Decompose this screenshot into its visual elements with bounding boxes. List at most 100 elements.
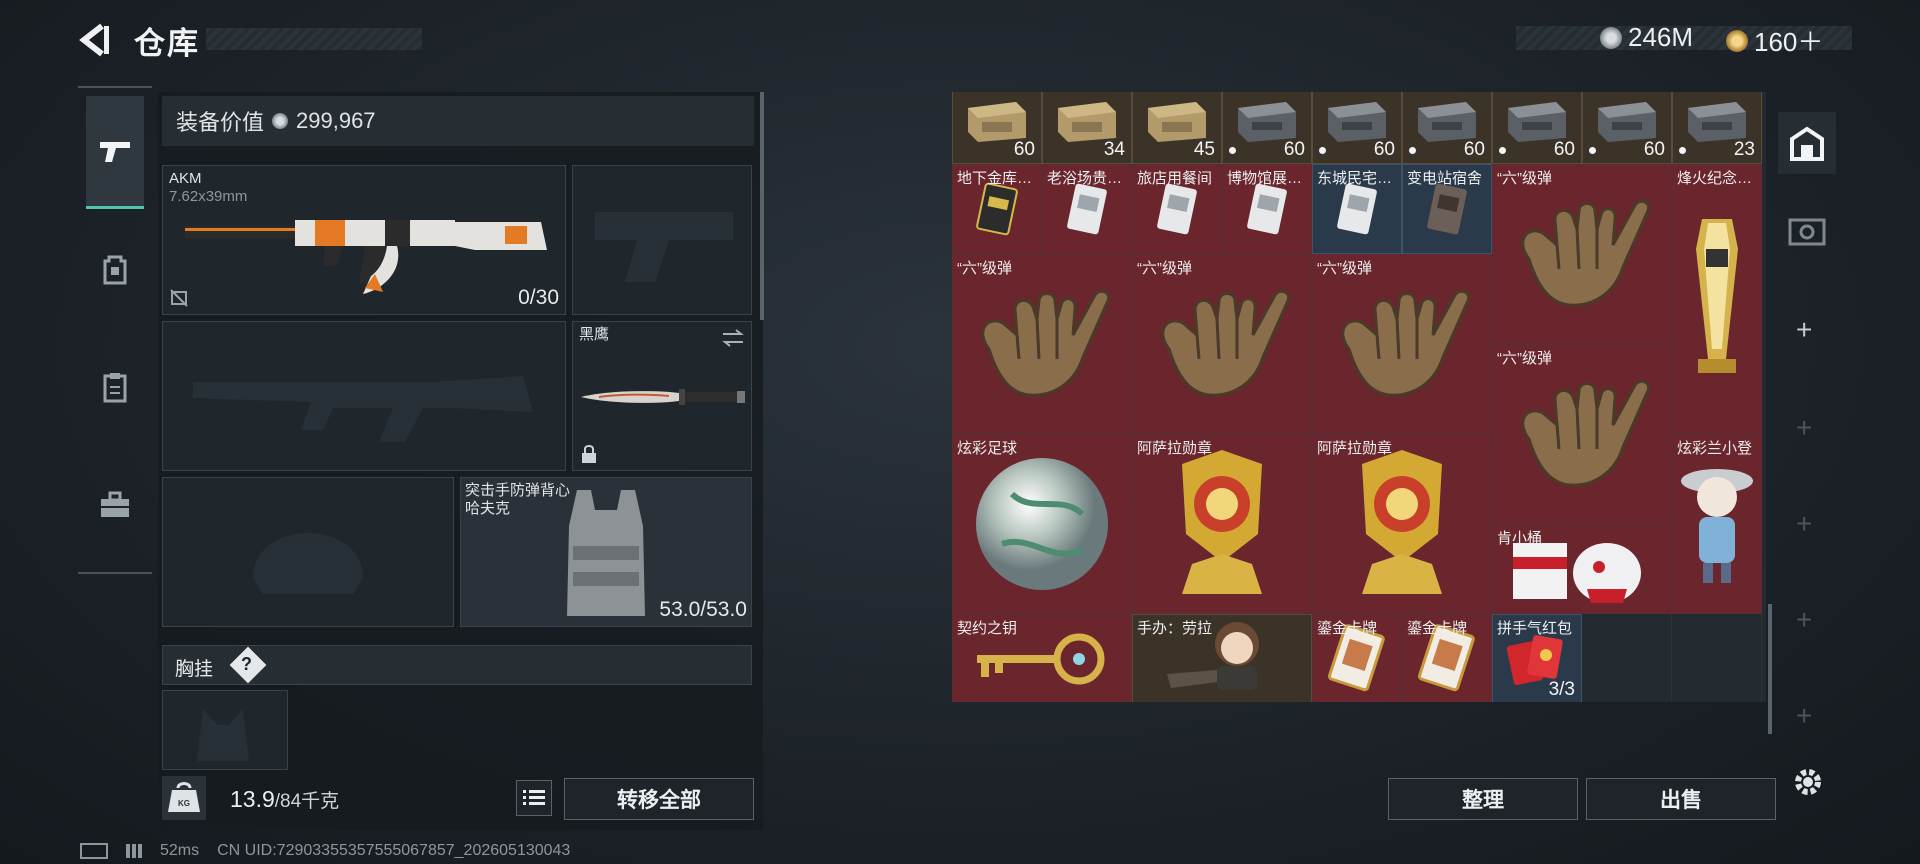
swap-icon[interactable] <box>721 328 745 348</box>
transfer-all-button[interactable]: 转移全部 <box>564 778 754 820</box>
add-stash-tab-icon-locked: + <box>1796 412 1813 443</box>
figure-item[interactable]: 炫彩兰小登 <box>1672 434 1762 614</box>
item-name: M6 <box>957 92 978 94</box>
weight-max: /84千克 <box>274 791 340 812</box>
figure-item[interactable]: 手办：劳拉 <box>1132 614 1312 702</box>
helmet-silhouette-icon <box>253 533 363 594</box>
weight-display: 13.9/84千克 <box>230 786 339 813</box>
item-count: 60 <box>1643 139 1665 160</box>
item-name: 手办：劳拉 <box>1137 620 1213 637</box>
card-item[interactable]: 鎏金卡牌 <box>1402 614 1492 702</box>
equipment-scrollbar[interactable] <box>760 92 764 320</box>
ball-icon <box>953 435 1131 613</box>
keycard-item[interactable]: 旅店用餐间 <box>1132 164 1222 254</box>
backpack-icon <box>103 255 127 285</box>
gold-coin-icon <box>1726 29 1748 52</box>
item-name: AP <box>1227 92 1247 94</box>
keycard-item[interactable]: 东城民宅… <box>1312 164 1402 254</box>
ammo-dot-icon <box>1679 147 1686 154</box>
armor-durability: 53.0/53.0 <box>659 598 747 621</box>
item-name: 烽火纪念… <box>1677 170 1753 187</box>
keycard-item[interactable]: 地下金库… <box>952 164 1042 254</box>
primary-weapon-slot[interactable]: AKM 7.62x39mm 0/30 <box>162 165 566 315</box>
medal-item[interactable]: 阿萨拉勋章 <box>1132 434 1312 614</box>
chest-rig-slot[interactable] <box>162 690 288 770</box>
grid-cell[interactable] <box>1672 614 1762 702</box>
medal-item[interactable]: 阿萨拉勋章 <box>1312 434 1492 614</box>
silver-coin-icon <box>272 113 289 129</box>
equipment-value-label: 装备价值 <box>176 110 265 135</box>
item-name: AP <box>1677 92 1697 94</box>
item-name: 变电站宿舍 <box>1407 170 1483 187</box>
item-count: 60 <box>1283 139 1305 160</box>
nav-weapons-tab[interactable] <box>86 96 144 209</box>
nav-backpack-tab[interactable] <box>86 214 144 324</box>
stash-scrollbar[interactable] <box>1768 604 1772 734</box>
settings-button[interactable] <box>1790 764 1826 805</box>
bucket-item[interactable]: 肯小桶 <box>1492 524 1672 614</box>
ammo-dot-icon <box>1499 147 1506 154</box>
armor-name: 突击手防弹背心 <box>465 482 571 499</box>
redpack-item[interactable]: 拼手气红包 3/3 <box>1492 614 1582 702</box>
item-name: 地下金库… <box>957 170 1033 187</box>
item-name: “六”级弹 <box>1317 260 1372 277</box>
rifle-silhouette-icon <box>193 376 533 442</box>
ammo-box[interactable]: AP 60 <box>1582 92 1672 164</box>
grenade-item[interactable]: “六”级弹 <box>1492 164 1672 344</box>
item-name: 炫彩兰小登 <box>1677 440 1753 457</box>
ammo-box[interactable]: AP 60 <box>1402 92 1492 164</box>
hand-icon <box>1493 165 1671 343</box>
gear-icon <box>1795 769 1821 795</box>
weapon-ammo: 0/30 <box>518 286 559 309</box>
add-stash-tab-icon[interactable]: + <box>1796 314 1812 346</box>
ball-item[interactable]: 炫彩足球 <box>952 434 1132 614</box>
list-view-button[interactable] <box>516 780 552 816</box>
nav-rig-tab[interactable] <box>86 332 144 442</box>
ammo-box[interactable]: M6 45 <box>1132 92 1222 164</box>
medal-icon <box>1133 435 1311 613</box>
ammo-box[interactable]: AP 60 <box>1492 92 1582 164</box>
stash-tab-main[interactable] <box>1778 112 1836 174</box>
item-name: 博物馆展… <box>1227 170 1303 187</box>
sell-button[interactable]: 出售 <box>1586 778 1776 820</box>
card-item[interactable]: 鎏金卡牌 <box>1312 614 1402 702</box>
item-name: 旅店用餐间 <box>1137 170 1213 187</box>
ammo-box[interactable]: AP 60 <box>1312 92 1402 164</box>
grenade-item[interactable]: “六”级弹 <box>952 254 1132 434</box>
back-button[interactable] <box>78 20 112 60</box>
ping-text: 52ms <box>160 842 200 859</box>
item-count: 60 <box>1373 139 1395 160</box>
grid-cell[interactable] <box>1582 614 1672 702</box>
chest-rig-header[interactable]: 胸挂 ? <box>162 645 752 685</box>
signal-icon <box>126 844 142 858</box>
keycard-item[interactable]: 博物馆展… <box>1222 164 1312 254</box>
nav-case-tab[interactable] <box>86 450 144 560</box>
grenade-item[interactable]: “六”级弹 <box>1312 254 1492 434</box>
keycard-item[interactable]: 老浴场贵… <box>1042 164 1132 254</box>
list-icon <box>523 790 545 805</box>
ammo-box[interactable]: M6 60 <box>952 92 1042 164</box>
grenade-item[interactable]: “六”级弹 <box>1132 254 1312 434</box>
hand-icon <box>1313 255 1491 433</box>
grenade-item[interactable]: “六”级弹 <box>1492 344 1672 524</box>
item-name: 契约之钥 <box>957 620 1018 637</box>
uid-text: CN UID:72903355357555067857_202605130043 <box>217 842 571 859</box>
pistol-slot[interactable] <box>572 165 752 315</box>
hand-icon <box>1493 345 1671 523</box>
ammo-box[interactable]: AP 60 <box>1222 92 1312 164</box>
ammo-box[interactable]: M6 34 <box>1042 92 1132 164</box>
sort-button[interactable]: 整理 <box>1388 778 1578 820</box>
key-item[interactable]: 契约之钥 <box>952 614 1132 702</box>
secondary-weapon-slot[interactable] <box>162 321 566 471</box>
item-count: 60 <box>1553 139 1575 160</box>
melee-slot[interactable]: 黑鹰 <box>572 321 752 471</box>
ammo-box[interactable]: AP 23 <box>1672 92 1762 164</box>
stash-tab-safe[interactable] <box>1784 210 1830 256</box>
armor-slot[interactable]: 突击手防弹背心 哈夫克 53.0/53.0 <box>460 477 752 627</box>
add-stash-tab-icon-locked: + <box>1796 508 1813 539</box>
keycard-item[interactable]: 变电站宿舍 <box>1402 164 1492 254</box>
item-name: AP <box>1407 92 1427 94</box>
trophy-item[interactable]: 烽火纪念… <box>1672 164 1762 434</box>
gold-currency[interactable]: 160＋ <box>1726 22 1823 59</box>
helmet-slot[interactable] <box>162 477 454 627</box>
